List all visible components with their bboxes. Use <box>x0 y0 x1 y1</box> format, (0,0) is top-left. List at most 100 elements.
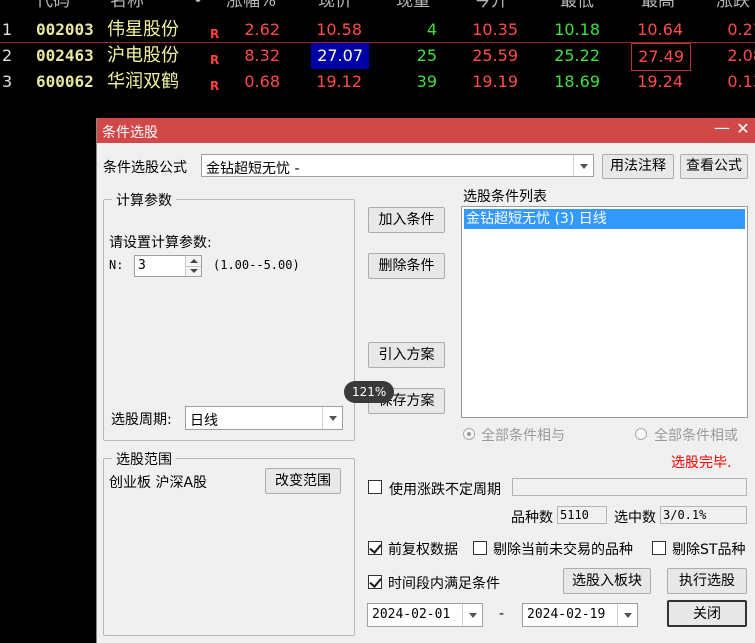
low-price: 25.22 <box>554 46 600 65</box>
table-row[interactable]: 1 002003 伟星股份 R 2.62 10.58 4 10.35 10.18… <box>0 17 755 43</box>
condition-list[interactable]: 金钻超短无忧 (3) 日线 <box>461 206 748 418</box>
low-price: 18.69 <box>554 72 600 91</box>
margin-flag: R <box>210 79 220 93</box>
open-price: 25.59 <box>472 46 518 65</box>
param-range: (1.00--5.00) <box>213 258 300 272</box>
spin-updown-icon[interactable] <box>185 256 201 276</box>
header-price[interactable]: 现价 <box>318 0 352 14</box>
chevron-down-icon[interactable] <box>322 407 342 429</box>
stock-grid: 代码 名称 • 涨幅% 现价 现量 今开 最低 最高 涨跌 1 002003 伟… <box>0 0 755 118</box>
dialog-titlebar[interactable]: 条件选股 — ✕ <box>97 118 755 143</box>
view-formula-button[interactable]: 查看公式 <box>680 154 748 179</box>
execute-button[interactable]: 执行选股 <box>667 568 747 594</box>
table-row[interactable]: 2 002463 沪电股份 R 8.32 27.07 25 25.59 25.2… <box>0 43 755 71</box>
condition-screening-dialog: 条件选股 — ✕ 条件选股公式 金钻超短无忧 - 用法注释 查看公式 计算参数 … <box>96 118 755 643</box>
radio-all-or-label: 全部条件相或 <box>654 428 738 444</box>
time-range-checkbox[interactable] <box>368 575 382 589</box>
change-amount: 0.13 <box>727 72 755 91</box>
stock-code: 002003 <box>36 20 94 39</box>
time-range-label: 时间段内满足条件 <box>388 576 500 592</box>
radio-all-and[interactable] <box>463 428 475 440</box>
exclude-notrade-checkbox[interactable] <box>473 541 487 555</box>
uncertain-period-label: 使用涨跌不定周期 <box>389 482 501 498</box>
formula-label: 条件选股公式 <box>103 160 187 176</box>
date-from-value: 2024-02-01 <box>372 607 451 622</box>
uncertain-period-bar <box>512 478 747 496</box>
open-price: 10.35 <box>472 20 518 39</box>
chevron-down-icon[interactable] <box>617 604 637 626</box>
date-separator: - <box>499 606 505 622</box>
change-amount: 2.08 <box>727 46 755 65</box>
usage-notes-button[interactable]: 用法注释 <box>602 154 674 179</box>
uncertain-period-checkbox[interactable] <box>368 480 382 494</box>
param-name: N: <box>109 258 124 272</box>
add-condition-button[interactable]: 加入条件 <box>368 207 445 233</box>
selected-label: 选中数 <box>614 510 656 526</box>
delete-condition-button[interactable]: 删除条件 <box>368 253 445 279</box>
exclude-st-checkbox[interactable] <box>652 541 666 555</box>
high-price: 10.64 <box>637 20 683 39</box>
header-low[interactable]: 最低 <box>560 0 594 14</box>
header-open[interactable]: 今开 <box>474 0 508 14</box>
header-high[interactable]: 最高 <box>641 0 675 14</box>
volume: 4 <box>426 20 437 39</box>
exclude-st-label: 剔除ST品种 <box>672 542 746 558</box>
row-index: 3 <box>2 72 13 91</box>
condition-list-label: 选股条件列表 <box>463 189 547 205</box>
exclude-notrade-label: 剔除当前未交易的品种 <box>493 542 633 558</box>
chevron-down-icon[interactable] <box>462 604 482 626</box>
chevron-down-icon[interactable] <box>573 155 593 176</box>
minimize-icon[interactable]: — <box>712 118 732 137</box>
date-to-value: 2024-02-19 <box>527 607 606 622</box>
count-label: 品种数 <box>511 510 553 526</box>
change-pct: 8.32 <box>244 46 280 65</box>
change-pct: 0.68 <box>244 72 280 91</box>
selected-value: 3/0.1% <box>660 506 747 524</box>
close-button[interactable]: 关闭 <box>667 600 747 627</box>
header-change-pct[interactable]: 涨幅% <box>226 0 276 14</box>
header-volume[interactable]: 现量 <box>396 0 430 14</box>
change-amount: 0.27 <box>727 20 755 39</box>
volume: 39 <box>416 72 437 91</box>
radio-all-and-label: 全部条件相与 <box>481 428 565 444</box>
import-scheme-button[interactable]: 引入方案 <box>368 342 445 368</box>
count-value: 5110 <box>557 506 607 524</box>
high-price-boxed: 27.49 <box>631 43 691 71</box>
header-amount[interactable]: 涨跌 <box>716 0 750 14</box>
zoom-indicator: 121% <box>344 381 395 403</box>
table-row[interactable]: 3 600062 华润双鹤 R 0.68 19.12 39 19.19 18.6… <box>0 69 755 95</box>
price: 10.58 <box>316 20 362 39</box>
grid-header: 代码 名称 • 涨幅% 现价 现量 今开 最低 最高 涨跌 <box>0 0 755 14</box>
to-block-button[interactable]: 选股入板块 <box>563 568 651 594</box>
stock-code: 600062 <box>36 72 94 91</box>
open-price: 19.19 <box>472 72 518 91</box>
change-range-button[interactable]: 改变范围 <box>265 468 341 494</box>
row-index: 2 <box>2 46 13 65</box>
header-dot: • <box>193 0 204 11</box>
list-item[interactable]: 金钻超短无忧 (3) 日线 <box>464 209 745 229</box>
prefq-checkbox[interactable] <box>368 541 382 555</box>
date-to-picker[interactable]: 2024-02-19 <box>522 603 638 627</box>
low-price: 10.18 <box>554 20 600 39</box>
period-label: 选股周期: <box>111 412 172 428</box>
volume: 25 <box>416 46 437 65</box>
formula-value: 金钻超短无忧 - <box>206 161 300 177</box>
formula-select[interactable]: 金钻超短无忧 - <box>201 154 594 177</box>
stock-name: 华润双鹤 <box>107 71 179 92</box>
high-price: 19.24 <box>637 72 683 91</box>
param-n-stepper[interactable]: 3 <box>134 255 202 277</box>
date-from-picker[interactable]: 2024-02-01 <box>367 603 483 627</box>
range-title: 选股范围 <box>112 449 176 469</box>
close-icon[interactable]: ✕ <box>733 119 753 138</box>
stock-name: 伟星股份 <box>107 19 179 40</box>
calc-params-title: 计算参数 <box>112 190 176 210</box>
period-select[interactable]: 日线 <box>185 406 343 430</box>
stock-code: 002463 <box>36 46 94 65</box>
header-name[interactable]: 名称 <box>110 0 144 14</box>
header-code[interactable]: 代码 <box>36 0 70 14</box>
change-pct: 2.62 <box>244 20 280 39</box>
range-value: 创业板 沪深A股 <box>109 475 208 491</box>
price-selected-cell: 27.07 <box>311 43 369 69</box>
stock-name: 沪电股份 <box>107 45 179 66</box>
radio-all-or[interactable] <box>635 428 647 440</box>
